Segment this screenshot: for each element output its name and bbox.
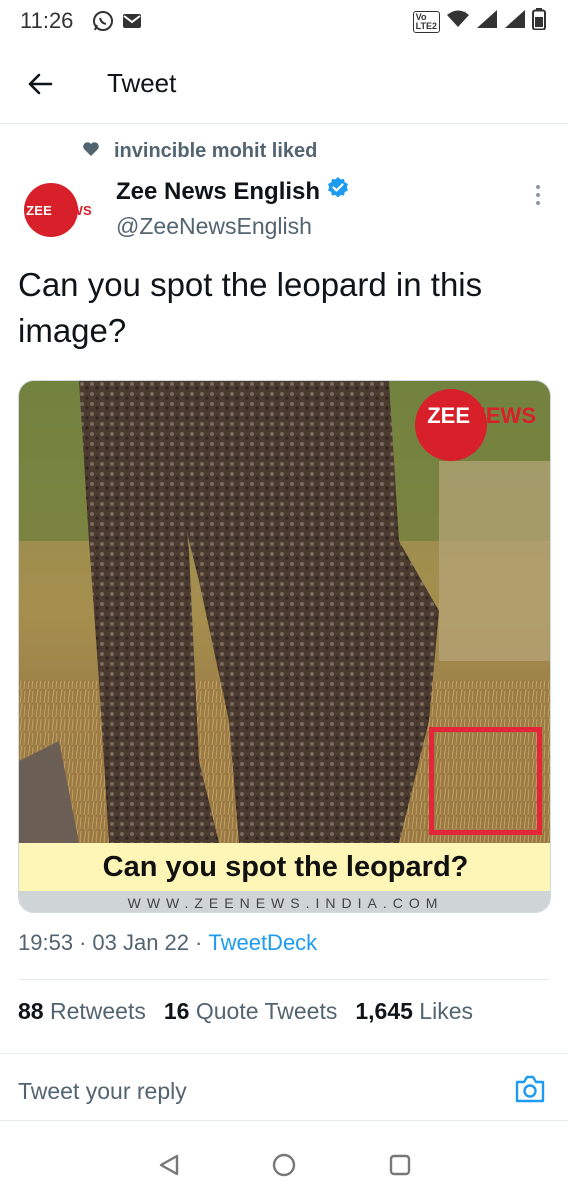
reply-input[interactable]: Tweet your reply: [18, 1078, 187, 1105]
avatar-logo-zee: ZEE: [26, 202, 53, 218]
back-button[interactable]: [20, 66, 60, 106]
tweet-text: Can you spot the leopard in this image?: [18, 266, 483, 349]
more-vertical-icon: [535, 184, 541, 211]
tweet-media-image[interactable]: ZEE NEWS Can you spot the leopard? WWW.ZE…: [18, 380, 551, 913]
android-nav-bar: [0, 1130, 568, 1200]
divider: [18, 979, 550, 980]
media-logo-text: ZEE NEWS: [427, 403, 536, 429]
meta-separator: ·: [195, 930, 203, 955]
camera-icon[interactable]: [514, 1074, 550, 1106]
volte-badge: Vo LTE2: [412, 10, 440, 33]
quotes-count: 16: [163, 998, 190, 1024]
nav-home-icon[interactable]: [269, 1150, 299, 1180]
tweet-source-link[interactable]: TweetDeck: [208, 930, 317, 956]
status-right-icons: Vo LTE2 x: [412, 8, 546, 35]
svg-text:x: x: [462, 9, 466, 18]
verified-icon: [326, 176, 350, 207]
whatsapp-icon: [92, 10, 114, 37]
tweet-date: 03 Jan 22: [92, 930, 190, 955]
tweet-time: 19:53: [18, 930, 74, 955]
author-name[interactable]: Zee News English: [116, 176, 350, 207]
signal-icon: [504, 9, 526, 34]
battery-icon: [532, 8, 546, 35]
likes-stat[interactable]: 1,645 Likes: [355, 998, 473, 1025]
tweet-stats: 88 Retweets 16 Quote Tweets 1,645 Likes: [18, 998, 473, 1025]
tweet-meta: 19:53 · 03 Jan 22 · TweetDeck: [18, 930, 317, 956]
more-button[interactable]: [528, 182, 548, 212]
likes-count: 1,645: [355, 998, 413, 1024]
avatar-logo-news: NEWS: [52, 202, 92, 218]
back-arrow-icon: [27, 72, 53, 101]
nav-back-icon[interactable]: [154, 1150, 184, 1180]
retweets-count: 88: [18, 998, 44, 1024]
author-name-text: Zee News English: [116, 177, 321, 205]
status-bar: 11:26 Vo LTE2 x: [0, 0, 568, 44]
nav-recents-icon[interactable]: [385, 1150, 415, 1180]
page-title: Tweet: [107, 68, 177, 98]
meta-separator: ·: [79, 930, 87, 955]
status-left-icons: [92, 10, 142, 37]
avatar[interactable]: ZEE NEWS: [18, 181, 100, 239]
media-caption: Can you spot the leopard?: [19, 843, 550, 891]
likes-label: Likes: [419, 998, 473, 1024]
retweets-stat[interactable]: 88 Retweets: [18, 998, 146, 1025]
signal-icon: [476, 9, 498, 34]
social-context-text: invincible mohit liked: [114, 140, 318, 162]
wifi-icon: x: [446, 9, 470, 34]
app-header: Tweet: [0, 48, 568, 124]
quote-tweets-stat[interactable]: 16 Quote Tweets: [164, 998, 337, 1025]
quotes-label: Quote Tweets: [195, 998, 338, 1024]
social-context[interactable]: invincible mohit liked: [82, 140, 317, 163]
retweets-label: Retweets: [49, 998, 146, 1024]
media-logo-news: NEWS: [470, 403, 536, 428]
media-footer: WWW.ZEENEWS.INDIA.COM: [19, 891, 550, 912]
media-logo: ZEE NEWS: [415, 389, 536, 461]
author-handle[interactable]: @ZeeNewsEnglish: [116, 213, 312, 240]
highlight-box: [429, 727, 542, 835]
reply-bar: Tweet your reply: [0, 1053, 568, 1121]
media-logo-zee: ZEE: [427, 403, 470, 428]
status-time: 11:26: [20, 8, 74, 33]
message-icon: [122, 13, 142, 34]
avatar-logo: ZEE NEWS: [26, 203, 92, 218]
heart-icon: [82, 140, 100, 163]
